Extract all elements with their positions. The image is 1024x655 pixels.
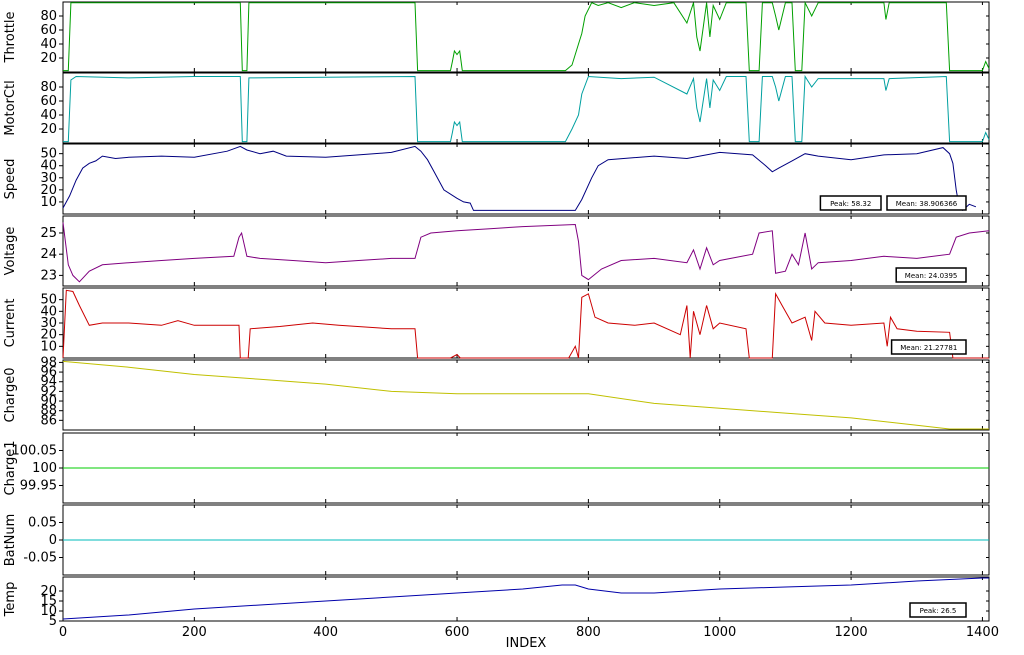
y-axis-label: Speed — [3, 159, 18, 200]
x-tick-label: 0 — [59, 625, 67, 640]
info-label: Mean: 21.27781 — [900, 344, 957, 352]
y-tick-label: 40 — [40, 108, 57, 123]
y-tick-label: 0.05 — [28, 516, 57, 531]
y-tick-label: 20 — [40, 51, 57, 66]
y-tick-label: 98 — [40, 355, 57, 370]
chart-svg: 20406080Throttle20406080MotorCtl10203040… — [3, 0, 999, 651]
panel-charge0: 86889092949698Charge0 — [3, 355, 990, 431]
info-label: Peak: 26.5 — [920, 607, 957, 615]
y-tick-label: 24 — [40, 247, 57, 262]
x-tick-label: 1400 — [966, 625, 999, 640]
x-tick-label: 600 — [445, 625, 470, 640]
y-axis-label: Charge1 — [3, 441, 18, 496]
panel-throttle: 20406080 Throttle — [3, 0, 990, 73]
y-tick-label: 50 — [40, 147, 57, 162]
panel-frame — [62, 359, 990, 431]
y-tick-label: -0.05 — [23, 551, 57, 566]
y-tick-label: 40 — [40, 37, 57, 52]
series-line — [62, 360, 989, 430]
y-axis-label: MotorCtl — [3, 80, 18, 135]
panel-frame — [62, 1, 990, 73]
panel-motorctl: 20406080 MotorCtl — [3, 72, 990, 144]
info-label: Mean: 38.906366 — [896, 200, 958, 208]
panel-frame — [62, 72, 990, 144]
x-tick-label: 1200 — [835, 625, 868, 640]
series-line — [63, 0, 990, 72]
y-tick-label: 25 — [40, 226, 57, 241]
y-axis-label: Current — [3, 299, 18, 348]
panel-temp: 5101520Temp Peak: 26.5 — [3, 576, 990, 629]
x-tick-label: 200 — [182, 625, 207, 640]
x-tick-label: 400 — [313, 625, 338, 640]
panel-voltage: 23 24 25 Voltage Mean: 24.0395 — [3, 215, 990, 287]
x-tick-label: 800 — [576, 625, 601, 640]
series-line — [62, 577, 989, 620]
info-label: Peak: 58.32 — [830, 200, 871, 208]
y-tick-label: 100.05 — [12, 444, 58, 459]
y-tick-label: 20 — [40, 584, 57, 599]
y-tick-label: 50 — [40, 293, 57, 308]
y-axis-label: Voltage — [3, 227, 18, 276]
y-tick-label: 100 — [32, 461, 57, 476]
series-line — [62, 222, 990, 283]
y-tick-label: 99.95 — [20, 479, 57, 494]
y-tick-label: 60 — [40, 23, 57, 38]
series-line — [63, 74, 990, 143]
chart: 20 40 60 80 Throttle 20 40 60 80 MotorCtl 10 20 30 40… — [0, 0, 1024, 651]
y-axis-label: Charge0 — [3, 368, 18, 423]
y-axis-label: Throttle — [3, 12, 18, 64]
info-label: Mean: 24.0395 — [905, 272, 958, 280]
y-axis-label: Temp — [3, 582, 18, 618]
panel-frame — [62, 287, 990, 359]
panel-current: 1020304050CurrentMean: 21.27781 — [3, 287, 990, 359]
x-tick-label: 1000 — [703, 625, 736, 640]
y-tick-label: 80 — [40, 80, 57, 95]
panel-charge1: 99.95 100 100.05Charge1 — [3, 432, 990, 504]
y-tick-label: 80 — [40, 9, 57, 24]
y-tick-label: 60 — [40, 94, 57, 109]
x-axis-label: INDEX — [506, 636, 547, 651]
panel-frame — [62, 576, 990, 622]
y-tick-label: 20 — [40, 122, 57, 137]
y-axis-label: BatNum — [3, 514, 18, 567]
y-tick-label: 23 — [40, 268, 57, 283]
y-tick-label: 0 — [49, 533, 57, 548]
panel-speed: 1020304050SpeedMean: 38.906366Peak: 58.3… — [3, 143, 990, 215]
series-line — [62, 289, 989, 359]
panel-batnum: -0.05 0 0.05 BatNum — [3, 504, 990, 576]
